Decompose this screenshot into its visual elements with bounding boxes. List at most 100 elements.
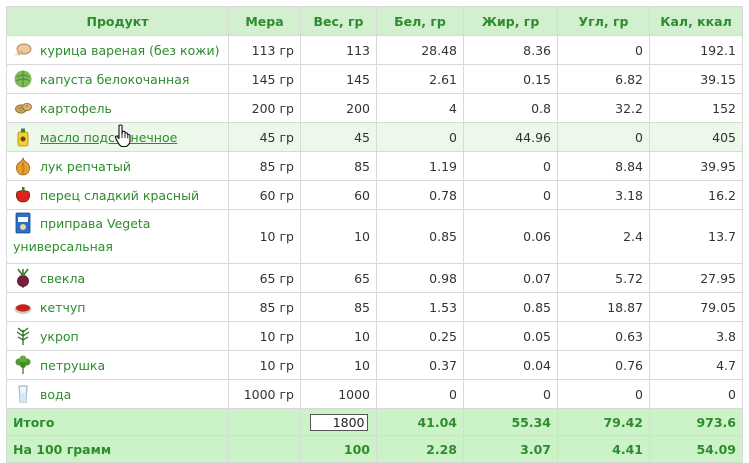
carbs-cell: 2.4 bbox=[557, 209, 650, 264]
cabbage-icon bbox=[13, 69, 33, 89]
measure-cell[interactable]: 85 гр bbox=[228, 292, 301, 322]
product-link[interactable]: петрушка bbox=[40, 358, 105, 373]
totals-kcal: 973.6 bbox=[649, 408, 743, 436]
table-row: перец сладкий красный 60 гр 60 0.78 0 3.… bbox=[6, 180, 743, 210]
product-cell: лук репчатый bbox=[6, 151, 229, 181]
product-link[interactable]: картофель bbox=[40, 101, 112, 116]
chicken-icon bbox=[13, 40, 33, 60]
sunflower-oil-icon bbox=[13, 127, 33, 147]
table-row: вода 1000 гр 1000 0 0 0 0 bbox=[6, 379, 743, 409]
protein-cell: 0.78 bbox=[376, 180, 464, 210]
kcal-cell: 405 bbox=[649, 122, 743, 152]
product-link[interactable]: перец сладкий красный bbox=[40, 188, 199, 203]
col-header-product[interactable]: Продукт bbox=[6, 6, 229, 36]
product-cell: капуста белокочанная bbox=[6, 64, 229, 94]
col-header-calories[interactable]: Кал, ккал bbox=[649, 6, 743, 36]
protein-cell: 28.48 bbox=[376, 35, 464, 65]
carbs-cell: 8.84 bbox=[557, 151, 650, 181]
carbs-cell: 6.82 bbox=[557, 64, 650, 94]
table-row: капуста белокочанная 145 гр 145 2.61 0.1… bbox=[6, 64, 743, 94]
measure-cell[interactable]: 200 гр bbox=[228, 93, 301, 123]
carbs-cell: 0.63 bbox=[557, 321, 650, 351]
weight-cell[interactable]: 10 bbox=[300, 321, 377, 351]
weight-cell[interactable]: 10 bbox=[300, 350, 377, 380]
col-header-protein[interactable]: Бел, гр bbox=[376, 6, 464, 36]
weight-cell[interactable]: 60 bbox=[300, 180, 377, 210]
product-link[interactable]: масло подсолнечное bbox=[40, 130, 177, 145]
weight-cell[interactable]: 145 bbox=[300, 64, 377, 94]
fat-cell: 0.8 bbox=[463, 93, 558, 123]
carbs-cell: 5.72 bbox=[557, 263, 650, 293]
totals-fat: 55.34 bbox=[463, 408, 558, 436]
product-cell: приправа Vegeta универсальная bbox=[6, 209, 229, 264]
per100-fat: 3.07 bbox=[463, 435, 558, 463]
col-header-carbs[interactable]: Угл, гр bbox=[557, 6, 650, 36]
water-glass-icon bbox=[13, 384, 33, 404]
totals-protein: 41.04 bbox=[376, 408, 464, 436]
totals-carbs: 79.42 bbox=[557, 408, 650, 436]
fat-cell: 0.05 bbox=[463, 321, 558, 351]
measure-cell[interactable]: 10 гр bbox=[228, 350, 301, 380]
product-link[interactable]: курица вареная (без кожи) bbox=[40, 43, 219, 58]
per100-weight: 100 bbox=[300, 435, 377, 463]
col-header-fat[interactable]: Жир, гр bbox=[463, 6, 558, 36]
product-cell: укроп bbox=[6, 321, 229, 351]
product-cell: перец сладкий красный bbox=[6, 180, 229, 210]
col-header-weight[interactable]: Вес, гр bbox=[300, 6, 377, 36]
kcal-cell: 27.95 bbox=[649, 263, 743, 293]
weight-cell[interactable]: 1000 bbox=[300, 379, 377, 409]
carbs-cell: 0 bbox=[557, 122, 650, 152]
total-weight-input[interactable] bbox=[309, 413, 368, 431]
kcal-cell: 39.95 bbox=[649, 151, 743, 181]
weight-cell[interactable]: 85 bbox=[300, 292, 377, 322]
product-link[interactable]: капуста белокочанная bbox=[40, 72, 189, 87]
measure-cell[interactable]: 10 гр bbox=[228, 209, 301, 264]
measure-cell[interactable]: 60 гр bbox=[228, 180, 301, 210]
product-cell: свекла bbox=[6, 263, 229, 293]
table-row: свекла 65 гр 65 0.98 0.07 5.72 27.95 bbox=[6, 263, 743, 293]
product-link[interactable]: лук репчатый bbox=[40, 159, 131, 174]
measure-cell[interactable]: 145 гр bbox=[228, 64, 301, 94]
weight-cell[interactable]: 45 bbox=[300, 122, 377, 152]
table-row: лук репчатый 85 гр 85 1.19 0 8.84 39.95 bbox=[6, 151, 743, 181]
weight-cell[interactable]: 85 bbox=[300, 151, 377, 181]
product-cell: масло подсолнечное bbox=[6, 122, 229, 152]
carbs-cell: 18.87 bbox=[557, 292, 650, 322]
table-row: картофель 200 гр 200 4 0.8 32.2 152 bbox=[6, 93, 743, 123]
product-cell: кетчуп bbox=[6, 292, 229, 322]
protein-cell: 4 bbox=[376, 93, 464, 123]
per100-label: На 100 грамм bbox=[6, 435, 229, 463]
kcal-cell: 79.05 bbox=[649, 292, 743, 322]
measure-cell[interactable]: 85 гр bbox=[228, 151, 301, 181]
red-pepper-icon bbox=[13, 185, 33, 205]
carbs-cell: 3.18 bbox=[557, 180, 650, 210]
carbs-cell: 0 bbox=[557, 379, 650, 409]
fat-cell: 0.06 bbox=[463, 209, 558, 264]
per100-protein: 2.28 bbox=[376, 435, 464, 463]
beet-icon bbox=[13, 268, 33, 288]
weight-cell[interactable]: 10 bbox=[300, 209, 377, 264]
product-cell: петрушка bbox=[6, 350, 229, 380]
measure-cell[interactable]: 113 гр bbox=[228, 35, 301, 65]
product-link[interactable]: вода bbox=[40, 387, 71, 402]
measure-cell[interactable]: 10 гр bbox=[228, 321, 301, 351]
measure-cell[interactable]: 1000 гр bbox=[228, 379, 301, 409]
product-cell: картофель bbox=[6, 93, 229, 123]
fat-cell: 0 bbox=[463, 379, 558, 409]
table-header-row: Продукт Мера Вес, гр Бел, гр Жир, гр Угл… bbox=[6, 6, 743, 36]
product-link[interactable]: кетчуп bbox=[40, 300, 85, 315]
nutrition-table: Продукт Мера Вес, гр Бел, гр Жир, гр Угл… bbox=[6, 6, 743, 463]
col-header-measure[interactable]: Мера bbox=[228, 6, 301, 36]
table-row: приправа Vegeta универсальная 10 гр 10 0… bbox=[6, 209, 743, 264]
weight-cell[interactable]: 113 bbox=[300, 35, 377, 65]
product-link[interactable]: укроп bbox=[40, 329, 79, 344]
product-link[interactable]: свекла bbox=[40, 271, 85, 286]
totals-label: Итого bbox=[6, 408, 229, 436]
weight-cell[interactable]: 200 bbox=[300, 93, 377, 123]
product-link[interactable]: приправа Vegeta универсальная bbox=[13, 216, 150, 254]
measure-cell[interactable]: 65 гр bbox=[228, 263, 301, 293]
measure-cell[interactable]: 45 гр bbox=[228, 122, 301, 152]
weight-cell[interactable]: 65 bbox=[300, 263, 377, 293]
protein-cell: 1.53 bbox=[376, 292, 464, 322]
ketchup-icon bbox=[13, 297, 33, 317]
